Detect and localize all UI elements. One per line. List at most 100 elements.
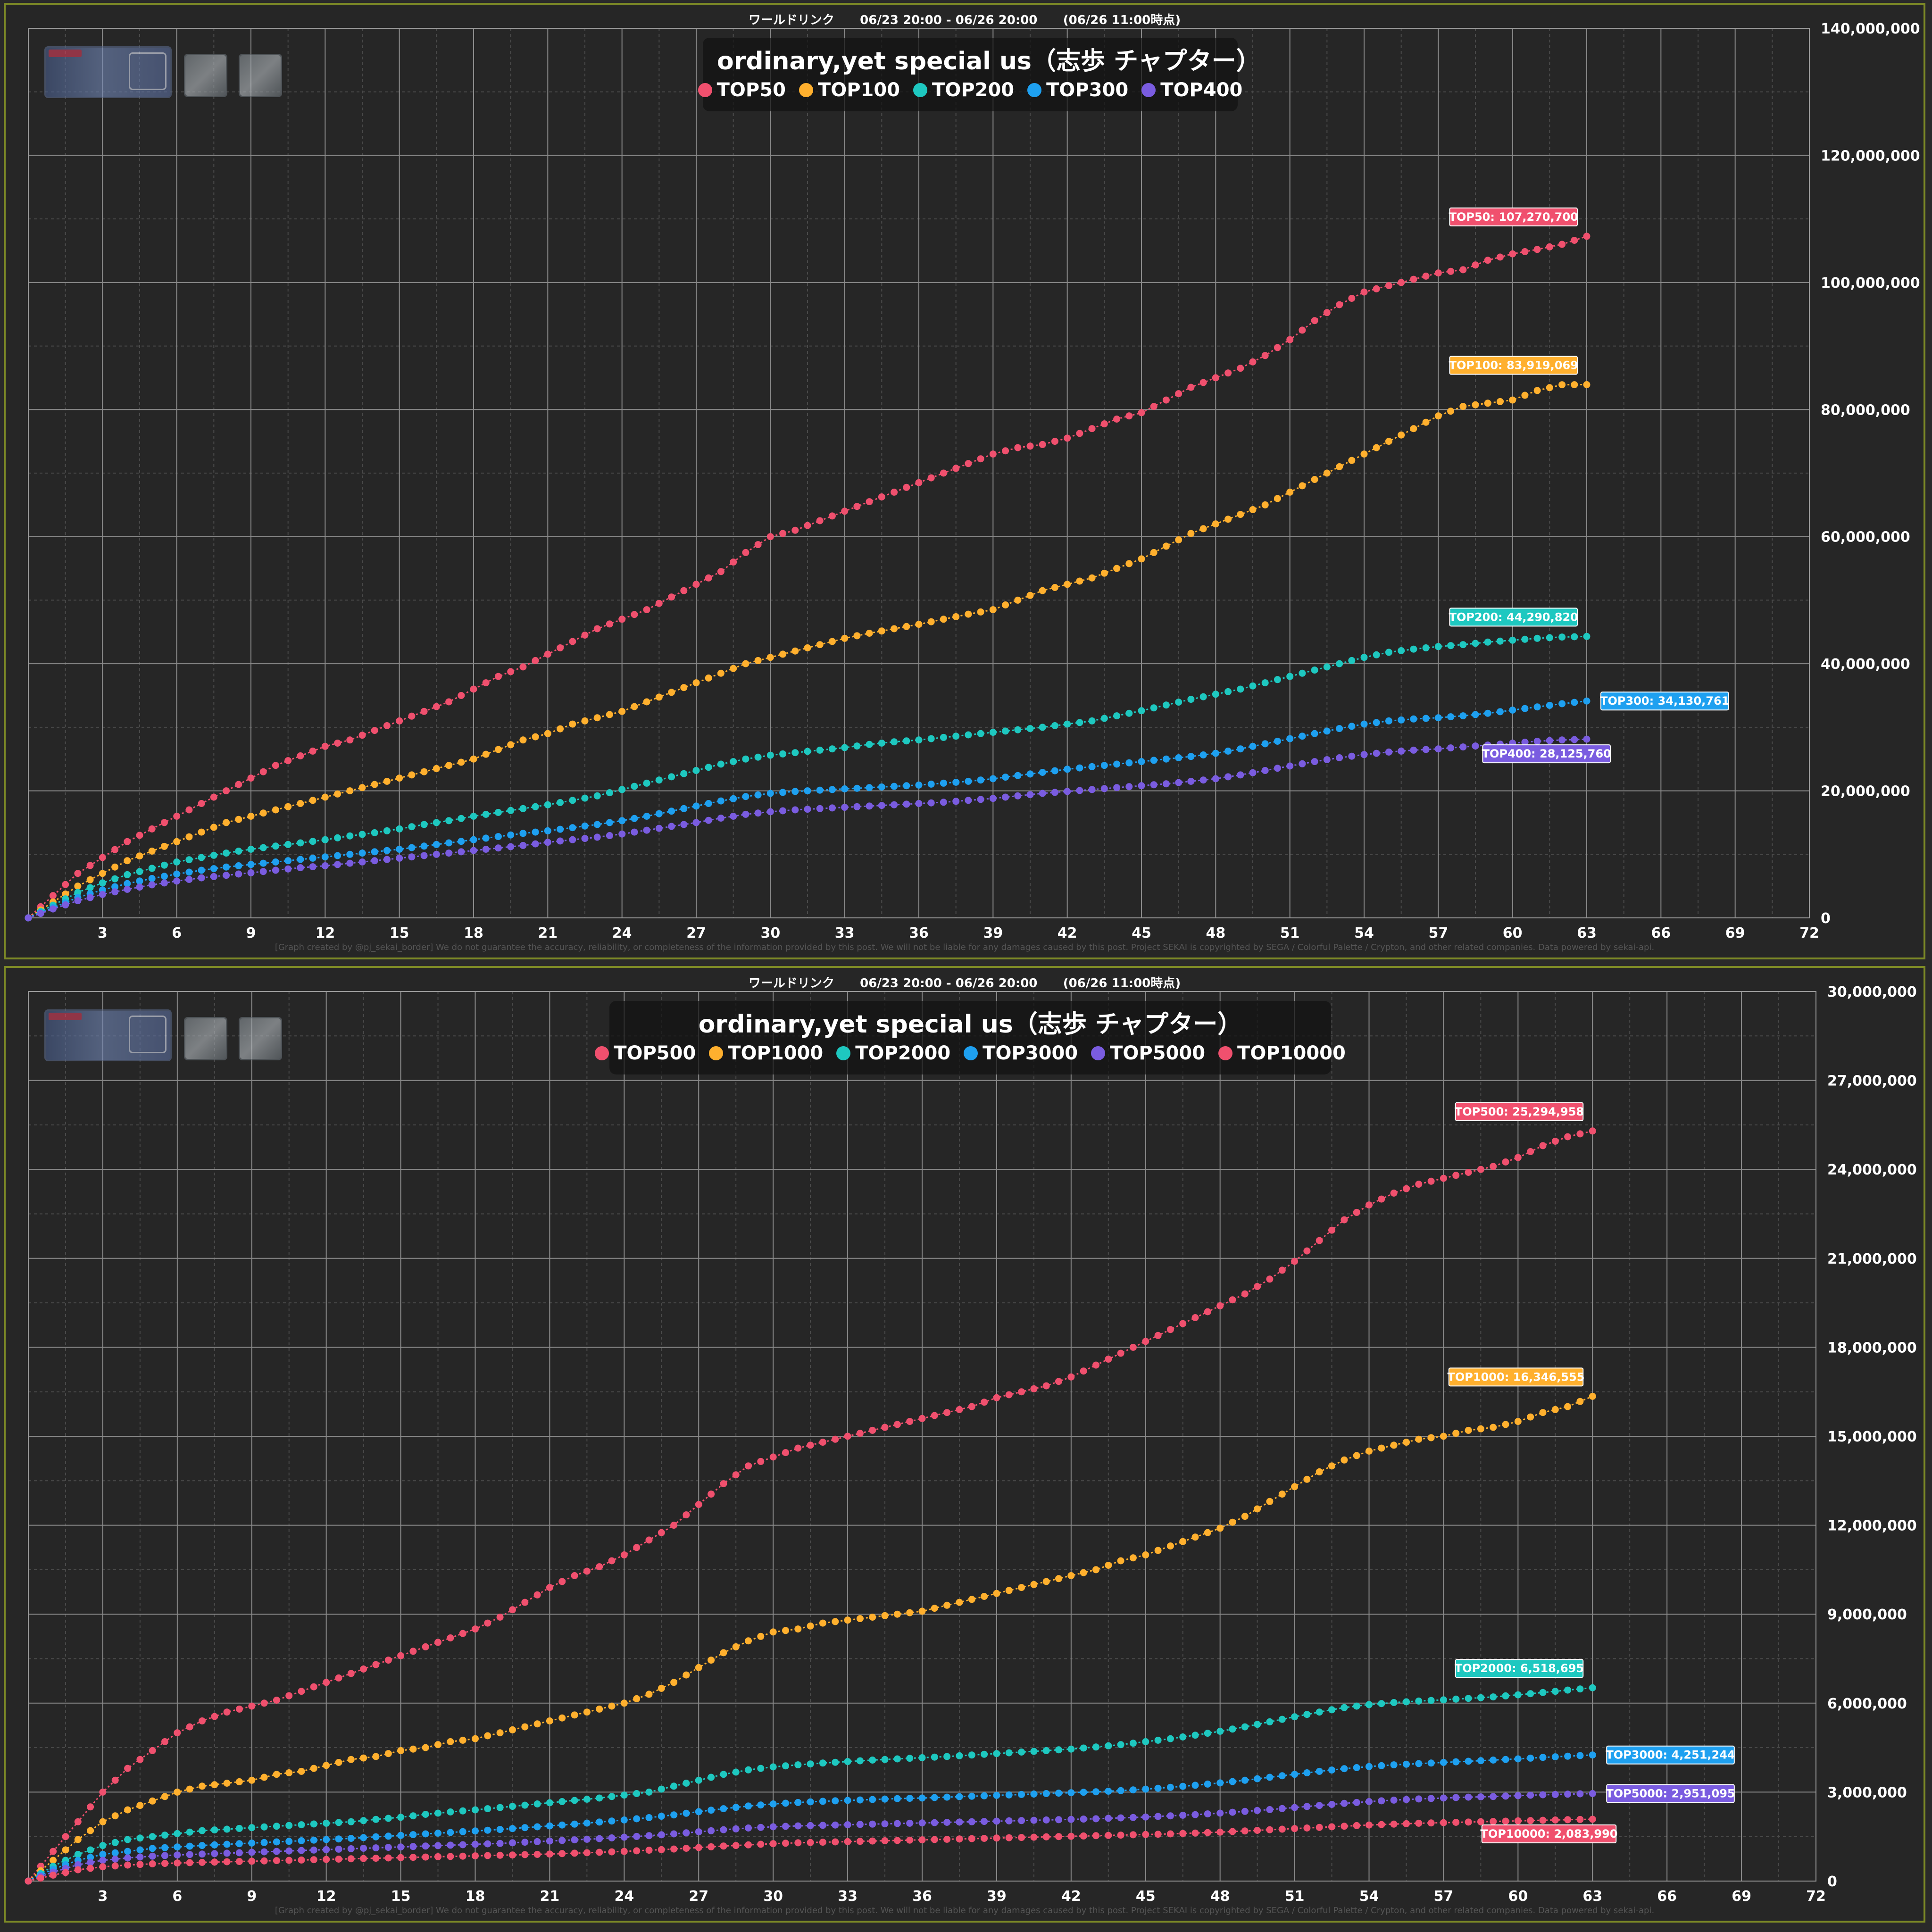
data-point <box>1452 1819 1460 1826</box>
data-point <box>977 796 984 803</box>
data-point <box>148 865 156 872</box>
data-point <box>160 861 168 869</box>
data-point <box>1030 1790 1038 1798</box>
data-point <box>546 1822 553 1830</box>
data-point <box>1465 1757 1472 1765</box>
data-point <box>272 762 279 769</box>
data-point <box>1100 785 1108 792</box>
data-point <box>769 1840 777 1848</box>
data-point <box>981 1399 988 1406</box>
data-point <box>1216 1779 1224 1787</box>
data-point <box>658 1831 665 1839</box>
data-point <box>1154 1332 1162 1339</box>
data-point <box>1410 275 1417 283</box>
data-point <box>766 790 774 797</box>
data-point <box>878 627 885 635</box>
legend-label: TOP400 <box>1160 79 1243 101</box>
data-point <box>1150 757 1158 764</box>
data-point <box>335 1835 342 1843</box>
end-label-text: TOP500: 25,294,958 <box>1455 1105 1584 1118</box>
data-point <box>1589 1751 1596 1759</box>
data-point <box>1514 1418 1522 1425</box>
data-point <box>211 1826 218 1834</box>
data-point <box>782 1840 789 1847</box>
data-point <box>484 1840 491 1848</box>
data-point <box>791 806 799 814</box>
data-point <box>496 1804 504 1811</box>
data-point <box>1080 1815 1087 1823</box>
data-point <box>1175 536 1183 543</box>
data-point <box>1303 1711 1311 1718</box>
data-point <box>521 1723 529 1731</box>
x-tick-label: 63 <box>1582 1888 1602 1905</box>
data-point <box>420 821 428 828</box>
data-point <box>309 797 316 804</box>
data-point <box>1080 1744 1087 1752</box>
data-point <box>655 693 663 701</box>
data-point <box>918 1794 926 1802</box>
data-point <box>1551 1406 1559 1413</box>
legend-dot <box>913 83 928 97</box>
data-point <box>856 1838 864 1845</box>
data-point <box>1341 1456 1348 1464</box>
data-point <box>779 530 787 537</box>
data-point <box>1229 1518 1236 1526</box>
data-point <box>358 831 366 838</box>
data-point <box>608 1793 616 1800</box>
data-point <box>844 1838 851 1845</box>
data-point <box>631 815 638 822</box>
data-point <box>507 741 515 749</box>
data-point <box>1336 463 1343 470</box>
data-point <box>1434 643 1442 650</box>
data-point <box>1484 638 1491 646</box>
data-point <box>1576 1752 1584 1759</box>
data-point <box>1323 756 1331 764</box>
data-point <box>433 703 440 710</box>
data-point <box>1527 1791 1534 1799</box>
data-point <box>989 729 997 736</box>
data-point <box>1199 525 1207 533</box>
data-point <box>1303 1769 1311 1776</box>
data-point <box>1328 1766 1335 1774</box>
x-tick-label: 12 <box>315 925 335 941</box>
data-point <box>881 1756 889 1763</box>
data-point <box>903 483 910 491</box>
end-value-label: TOP200: 44,290,820 <box>1449 608 1578 627</box>
data-point <box>1403 1439 1410 1446</box>
data-point <box>1311 317 1318 325</box>
data-point <box>235 848 242 855</box>
data-point <box>1514 1755 1522 1763</box>
data-point <box>631 703 638 710</box>
data-point <box>844 1758 851 1765</box>
data-point <box>853 803 861 810</box>
data-point <box>174 1859 181 1867</box>
data-point <box>769 1453 777 1461</box>
data-point <box>683 1829 690 1837</box>
data-point <box>1303 1824 1311 1832</box>
data-point <box>223 1780 231 1787</box>
data-point <box>199 1717 206 1724</box>
data-point <box>717 669 724 677</box>
data-point <box>655 600 663 607</box>
data-point <box>1546 384 1553 391</box>
data-point <box>1390 1820 1398 1828</box>
data-point <box>1571 633 1578 641</box>
data-point <box>494 673 502 680</box>
data-point <box>893 1795 901 1802</box>
data-point <box>1576 1398 1584 1405</box>
data-point <box>434 1809 441 1817</box>
data-point <box>199 1850 206 1858</box>
data-point <box>1175 779 1183 786</box>
data-point <box>633 1544 641 1551</box>
data-point <box>1018 1584 1025 1591</box>
y-tick-label: 15,000,000 <box>1827 1429 1917 1445</box>
data-point <box>1427 1819 1435 1827</box>
data-point <box>952 465 960 472</box>
data-point <box>161 1860 168 1867</box>
data-point <box>174 1851 181 1859</box>
data-point <box>371 781 378 788</box>
data-point <box>544 827 551 834</box>
data-point <box>720 1649 727 1657</box>
data-point <box>1005 1587 1013 1594</box>
data-point <box>1266 1498 1274 1505</box>
